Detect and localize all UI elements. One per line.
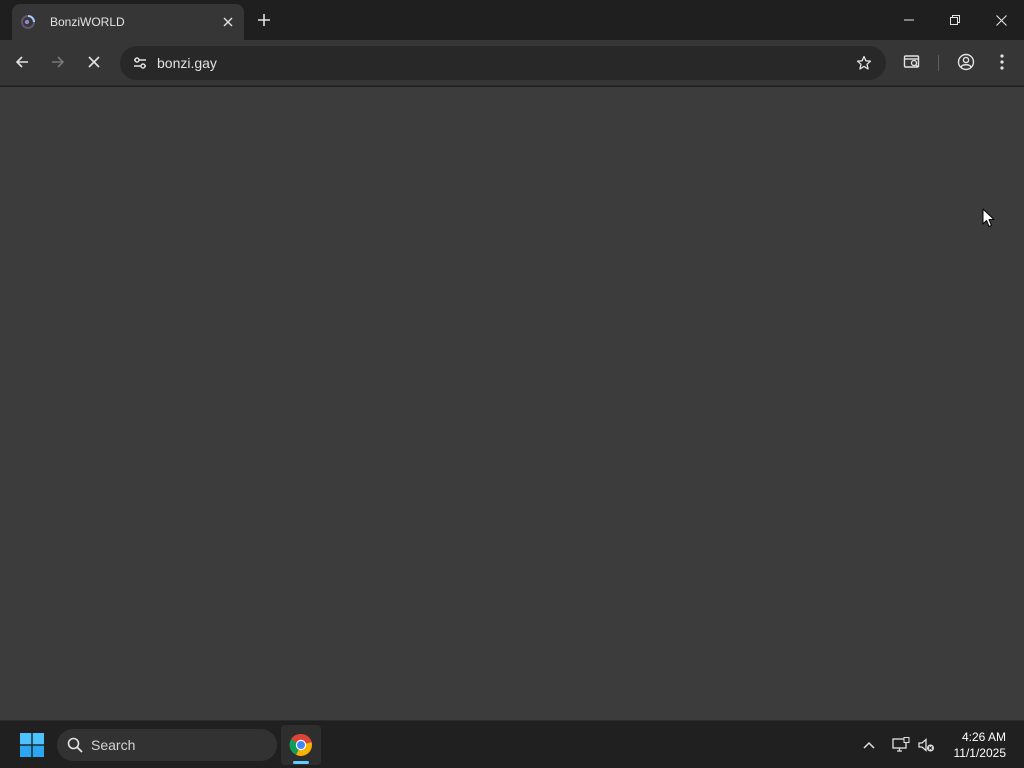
close-icon: [88, 56, 100, 68]
site-info-button[interactable]: [126, 49, 154, 77]
volume-button[interactable]: [914, 733, 938, 757]
close-window-button[interactable]: [978, 0, 1024, 40]
tab-title: BonziWORLD: [50, 15, 125, 29]
chrome-icon: [289, 733, 312, 756]
windows-logo-icon: [20, 733, 44, 757]
browser-tab[interactable]: BonziWORLD: [12, 4, 244, 40]
search-label: Search: [91, 737, 136, 753]
restore-icon: [950, 15, 960, 25]
url-text[interactable]: bonzi.gay: [157, 46, 217, 80]
network-button[interactable]: [889, 733, 913, 757]
tab-search-button[interactable]: [897, 47, 927, 77]
star-icon: [856, 55, 872, 70]
chevron-up-icon: [863, 741, 875, 749]
back-button[interactable]: [7, 47, 37, 77]
address-bar[interactable]: bonzi.gay: [120, 46, 886, 80]
tab-search-icon: [903, 55, 920, 68]
stop-loading-button[interactable]: [79, 47, 109, 77]
system-clock[interactable]: 4:26 AM 11/1/2025: [936, 729, 1007, 761]
mouse-cursor-icon: [982, 208, 995, 227]
restore-button[interactable]: [932, 0, 978, 40]
show-hidden-icons-button[interactable]: [857, 733, 881, 757]
clock-time: 4:26 AM: [961, 730, 1006, 744]
browser-toolbar: bonzi.gay: [0, 40, 1024, 86]
arrow-right-icon: [52, 56, 65, 68]
new-tab-button[interactable]: [252, 8, 276, 32]
arrow-left-icon: [15, 56, 28, 68]
browser-titlebar: BonziWORLD: [0, 0, 1024, 40]
screen: BonziWORLD bonzi.gay Search 4:26 AM 11/1…: [0, 0, 1024, 768]
tune-icon: [134, 57, 146, 69]
search-icon: [67, 737, 83, 753]
taskbar: Search 4:26 AM 11/1/2025: [0, 720, 1024, 768]
account-icon: [957, 53, 975, 71]
running-indicator: [293, 761, 309, 764]
network-monitor-icon: [892, 737, 910, 752]
profile-button[interactable]: [951, 47, 981, 77]
toolbar-divider: [938, 55, 939, 71]
taskbar-search[interactable]: Search: [57, 729, 277, 761]
bookmark-star-button[interactable]: [852, 51, 876, 75]
start-button[interactable]: [14, 727, 50, 763]
close-icon: [995, 14, 1007, 26]
speaker-muted-icon: [918, 738, 934, 752]
minimize-icon: [904, 19, 914, 21]
taskbar-chrome[interactable]: [281, 725, 321, 765]
tab-close-icon[interactable]: [220, 14, 236, 30]
tab-loading-icon: [20, 14, 36, 30]
forward-button[interactable]: [43, 47, 73, 77]
minimize-button[interactable]: [886, 0, 932, 40]
more-vertical-icon: [1000, 54, 1004, 70]
clock-date: 11/1/2025: [953, 746, 1007, 760]
page-content[interactable]: [0, 87, 1024, 720]
menu-button[interactable]: [987, 47, 1017, 77]
